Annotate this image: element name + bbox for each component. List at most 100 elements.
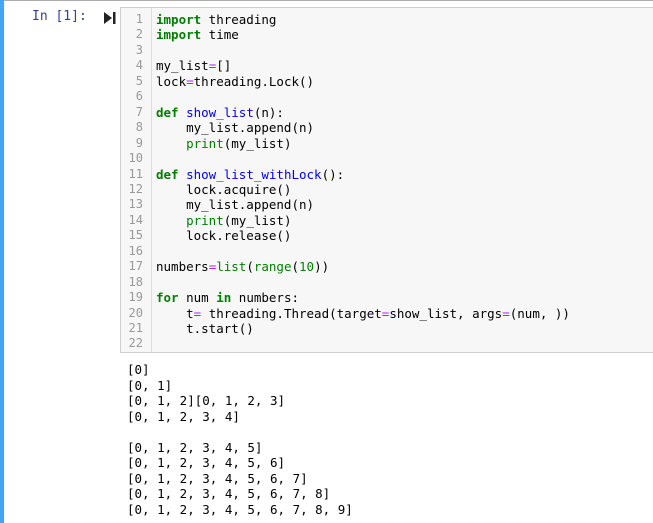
code-token: ( [246,259,254,275]
code-token: numbers [156,259,209,275]
code-line[interactable]: 16 [121,244,653,259]
code-text: def show_list(n): [156,105,284,120]
line-number: 15 [128,228,143,243]
run-cell-icon[interactable] [104,11,116,25]
code-token: = [502,305,510,321]
code-token: (): [321,166,345,182]
code-text: lock.release() [156,228,291,243]
code-line[interactable]: 6 [121,89,653,104]
code-line[interactable]: 13 my_list.append(n) [121,197,653,212]
line-number: 21 [128,321,143,335]
notebook-cell[interactable]: In [1]: 1 import threading 2 import time 3 4 m… [0,0,653,523]
output-line: [0, 1, 2, 3, 4, 5, 6, 7] [127,470,308,486]
code-token: (my_list) [223,135,292,151]
code-token: threading.Lock() [193,73,315,89]
output-line: [0, 1] [127,377,173,393]
code-token: print [186,212,224,228]
line-number: 20 [128,305,143,320]
line-number: 22 [128,336,143,351]
code-line[interactable]: 8 my_list.append(n) [121,120,653,135]
code-token: show_list [186,104,254,120]
code-line[interactable]: 19 for num in numbers: [121,290,653,305]
code-token: [] [216,58,232,74]
code-token: = [186,73,194,89]
code-line[interactable]: 22 [121,336,653,351]
output-line: [0, 1, 2, 3, 4] [127,408,240,424]
code-line[interactable]: 3 [121,43,653,58]
line-number: 18 [128,274,143,289]
line-number: 8 [135,120,143,135]
output-line: [0, 1, 2, 3, 4, 5, 6, 7, 8, 9] [127,501,353,517]
code-line[interactable]: 2 import time [121,27,653,42]
code-token: threading.Thread(target [201,305,382,321]
code-token: t [156,305,194,321]
code-line[interactable]: 5 lock=threading.Lock() [121,74,653,89]
code-token: (n): [253,104,284,120]
code-token: threading [201,12,277,27]
code-line[interactable]: 7 def show_list(n): [121,105,653,120]
code-token: def [156,166,179,182]
line-number: 19 [128,290,143,305]
output-line: [0, 1, 2, 3, 4, 5, 6, 7, 8] [127,486,331,501]
code-text: print(my_list) [156,213,291,228]
code-token: )) [314,259,330,275]
line-number: 3 [135,42,143,57]
code-token: ( [291,259,300,275]
line-number: 16 [128,243,143,258]
output-line: [0, 1, 2][0, 1, 2, 3] [127,393,286,408]
code-token: t.start() [156,321,254,336]
code-line[interactable]: 10 [121,151,653,166]
code-line[interactable]: 17 numbers=list(range(10)) [121,259,653,274]
output-line: [0] [127,362,150,377]
code-line[interactable]: 4 my_list=[] [121,58,653,73]
line-number: 7 [135,104,143,119]
code-text: import threading [156,12,276,27]
code-line[interactable]: 20 t= threading.Thread(target=show_list,… [121,306,653,321]
code-token: def [156,104,179,120]
code-token: numbers: [231,290,300,306]
code-token: lock.release() [156,228,292,244]
code-text: lock.acquire() [156,182,291,197]
code-text: lock=threading.Lock() [156,74,314,89]
code-line[interactable]: 12 lock.acquire() [121,182,653,197]
code-editor[interactable]: 1 import threading 2 import time 3 4 my_list=[… [120,7,653,353]
code-line[interactable]: 21 t.start() [121,321,653,336]
code-token: lock [156,73,187,89]
code-text: def show_list_withLock(): [156,167,344,182]
code-line[interactable]: 15 lock.release() [121,228,653,243]
code-token: list [216,259,247,275]
code-text: my_list=[] [156,58,231,73]
code-line[interactable]: 9 print(my_list) [121,136,653,151]
code-token: num [178,290,217,306]
code-text: import time [156,27,239,42]
line-number: 14 [128,212,143,227]
code-token: (num, )) [509,305,570,321]
input-prompt: In [1]: [32,9,87,24]
line-number: 4 [135,58,143,73]
code-token: show_list_withLock [186,166,322,182]
code-token: in [216,290,232,306]
output-line: [0, 1, 2, 3, 4, 5, 6] [127,455,286,470]
code-line[interactable]: 18 [121,275,653,290]
code-line[interactable]: 14 print(my_list) [121,213,653,228]
code-line[interactable]: 11 def show_list_withLock(): [121,167,653,182]
code-token: (my_list) [223,212,292,228]
code-token: 10 [299,259,315,275]
code-text: t.start() [156,321,254,336]
code-token: import [156,12,202,27]
code-text: t= threading.Thread(target=show_list, ar… [156,306,570,321]
code-token: my_list.append(n) [156,197,315,213]
code-token: import [156,27,202,43]
line-number: 9 [135,135,143,150]
output-line: [0, 1, 2, 3, 4, 5] [127,439,263,455]
line-number: 13 [128,197,143,212]
line-number: 5 [135,73,143,88]
code-line[interactable]: 1 import threading [121,12,653,27]
code-text: my_list.append(n) [156,197,314,212]
code-token: lock.acquire() [156,181,292,197]
code-token: time [201,27,239,43]
